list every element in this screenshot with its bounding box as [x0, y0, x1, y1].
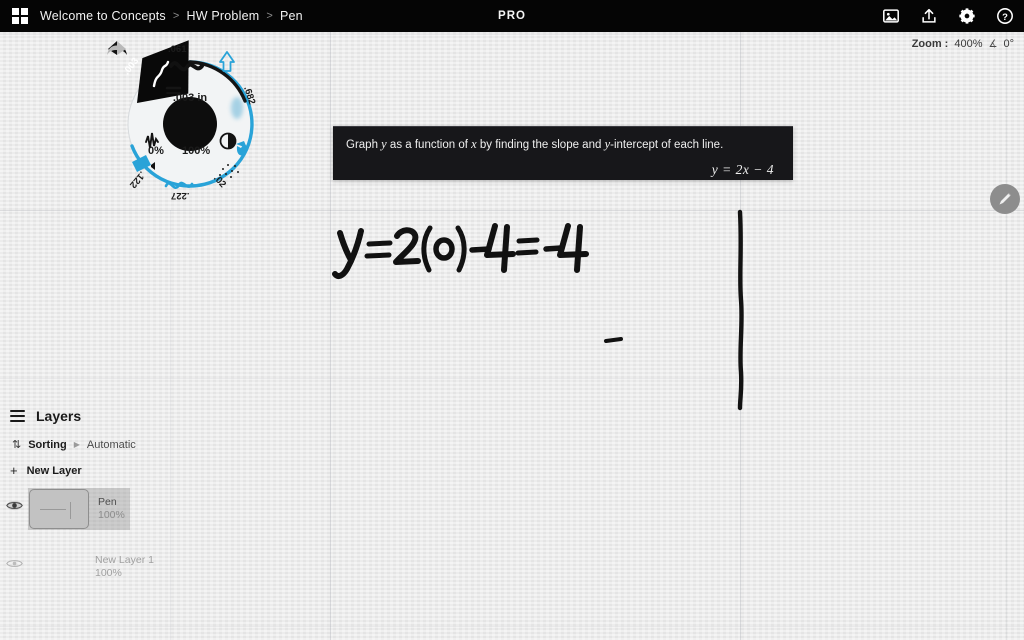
grid-line-horizontal: [0, 378, 1024, 379]
grid-line-vertical: [1006, 32, 1007, 640]
grid-line-vertical: [740, 32, 741, 640]
layers-title: Layers: [36, 408, 82, 424]
help-icon[interactable]: ?: [996, 7, 1014, 25]
gear-icon[interactable]: [958, 7, 976, 25]
layers-panel: Layers ⇅ Sorting ▶ Automatic + New Layer: [0, 404, 175, 588]
layer-row-body[interactable]: New Layer 1 100%: [95, 546, 195, 588]
layers-menu-icon[interactable]: [10, 410, 25, 422]
plus-icon: +: [10, 463, 18, 478]
layer-opacity: 100%: [95, 567, 122, 579]
svg-text:?: ?: [1002, 12, 1008, 23]
grid-line-horizontal: [0, 626, 1024, 627]
layer-thumbnail[interactable]: [29, 489, 89, 529]
layer-meta: New Layer 1 100%: [95, 554, 154, 580]
radial-tool-wheel[interactable]: .003 in 0% 100% .003 .061 .682 .02 .227 …: [104, 38, 276, 210]
layer-item-new-layer-1[interactable]: New Layer 1 100%: [0, 546, 175, 588]
problem-text-b: as a function of: [386, 139, 472, 151]
wheel-opacity-max: 100%: [182, 145, 211, 157]
wheel-label-size-061[interactable]: .061: [168, 44, 187, 55]
pen-tool-button[interactable]: [990, 184, 1020, 214]
problem-text-a: Graph: [346, 139, 382, 151]
problem-equation: y = 2x − 4: [711, 161, 774, 177]
problem-statement: Graph y as a function of x by finding th…: [346, 136, 780, 154]
rotation-value: 0°: [1003, 38, 1014, 50]
new-layer-label: New Layer: [26, 464, 82, 477]
problem-text-d: -intercept of each line.: [610, 139, 724, 151]
chevron-right-icon: ▶: [73, 440, 80, 449]
wheel-label-size-227[interactable]: .227: [171, 190, 190, 201]
grid-line-horizontal: [0, 34, 1024, 35]
grid-line-vertical: [330, 32, 331, 640]
sorting-row[interactable]: ⇅ Sorting ▶ Automatic: [0, 424, 175, 452]
breadcrumb-item-tool[interactable]: Pen: [280, 9, 303, 23]
zoom-readout[interactable]: Zoom : 400% ∡ 0°: [912, 38, 1014, 50]
problem-card: Graph y as a function of x by finding th…: [333, 126, 793, 180]
layer-item-pen[interactable]: Pen 100%: [0, 488, 175, 530]
breadcrumb-item-project[interactable]: HW Problem: [186, 9, 259, 23]
pen-icon: [999, 193, 1011, 205]
problem-text-c: by finding the slope and: [476, 139, 605, 151]
new-layer-button[interactable]: + New Layer: [0, 451, 175, 477]
layers-header: Layers: [0, 404, 175, 424]
breadcrumb-item-home[interactable]: Welcome to Concepts: [40, 9, 166, 23]
angle-icon: ∡: [988, 38, 998, 50]
zoom-value: 400%: [954, 38, 983, 50]
grid-apps-icon[interactable]: [12, 8, 28, 24]
zoom-label: Zoom :: [911, 38, 949, 50]
image-icon[interactable]: [882, 7, 900, 25]
eye-icon[interactable]: [6, 557, 23, 570]
top-bar-icons: ?: [882, 0, 1014, 32]
layer-row-body[interactable]: Pen 100%: [28, 488, 130, 530]
sorting-value: Automatic: [86, 438, 136, 451]
layer-meta: Pen 100%: [98, 496, 125, 522]
breadcrumb: Welcome to Concepts > HW Problem > Pen: [40, 9, 303, 23]
grid-line-horizontal: [0, 210, 1024, 211]
breadcrumb-separator: >: [172, 10, 180, 22]
redo-arrow-icon[interactable]: [104, 38, 130, 60]
sorting-label: Sorting: [28, 438, 67, 451]
breadcrumb-separator: >: [266, 10, 273, 22]
top-bar: Welcome to Concepts > HW Problem > Pen P…: [0, 0, 1024, 32]
sort-arrows-icon: ⇅: [12, 439, 22, 451]
upload-icon[interactable]: [920, 7, 938, 25]
layer-opacity: 100%: [98, 509, 125, 521]
wheel-opacity-min: 0%: [148, 145, 164, 157]
layer-name: New Layer 1: [95, 553, 154, 566]
layer-name: Pen: [98, 495, 117, 508]
app-root: Welcome to Concepts > HW Problem > Pen P…: [0, 0, 1024, 640]
eye-icon[interactable]: [6, 499, 23, 512]
